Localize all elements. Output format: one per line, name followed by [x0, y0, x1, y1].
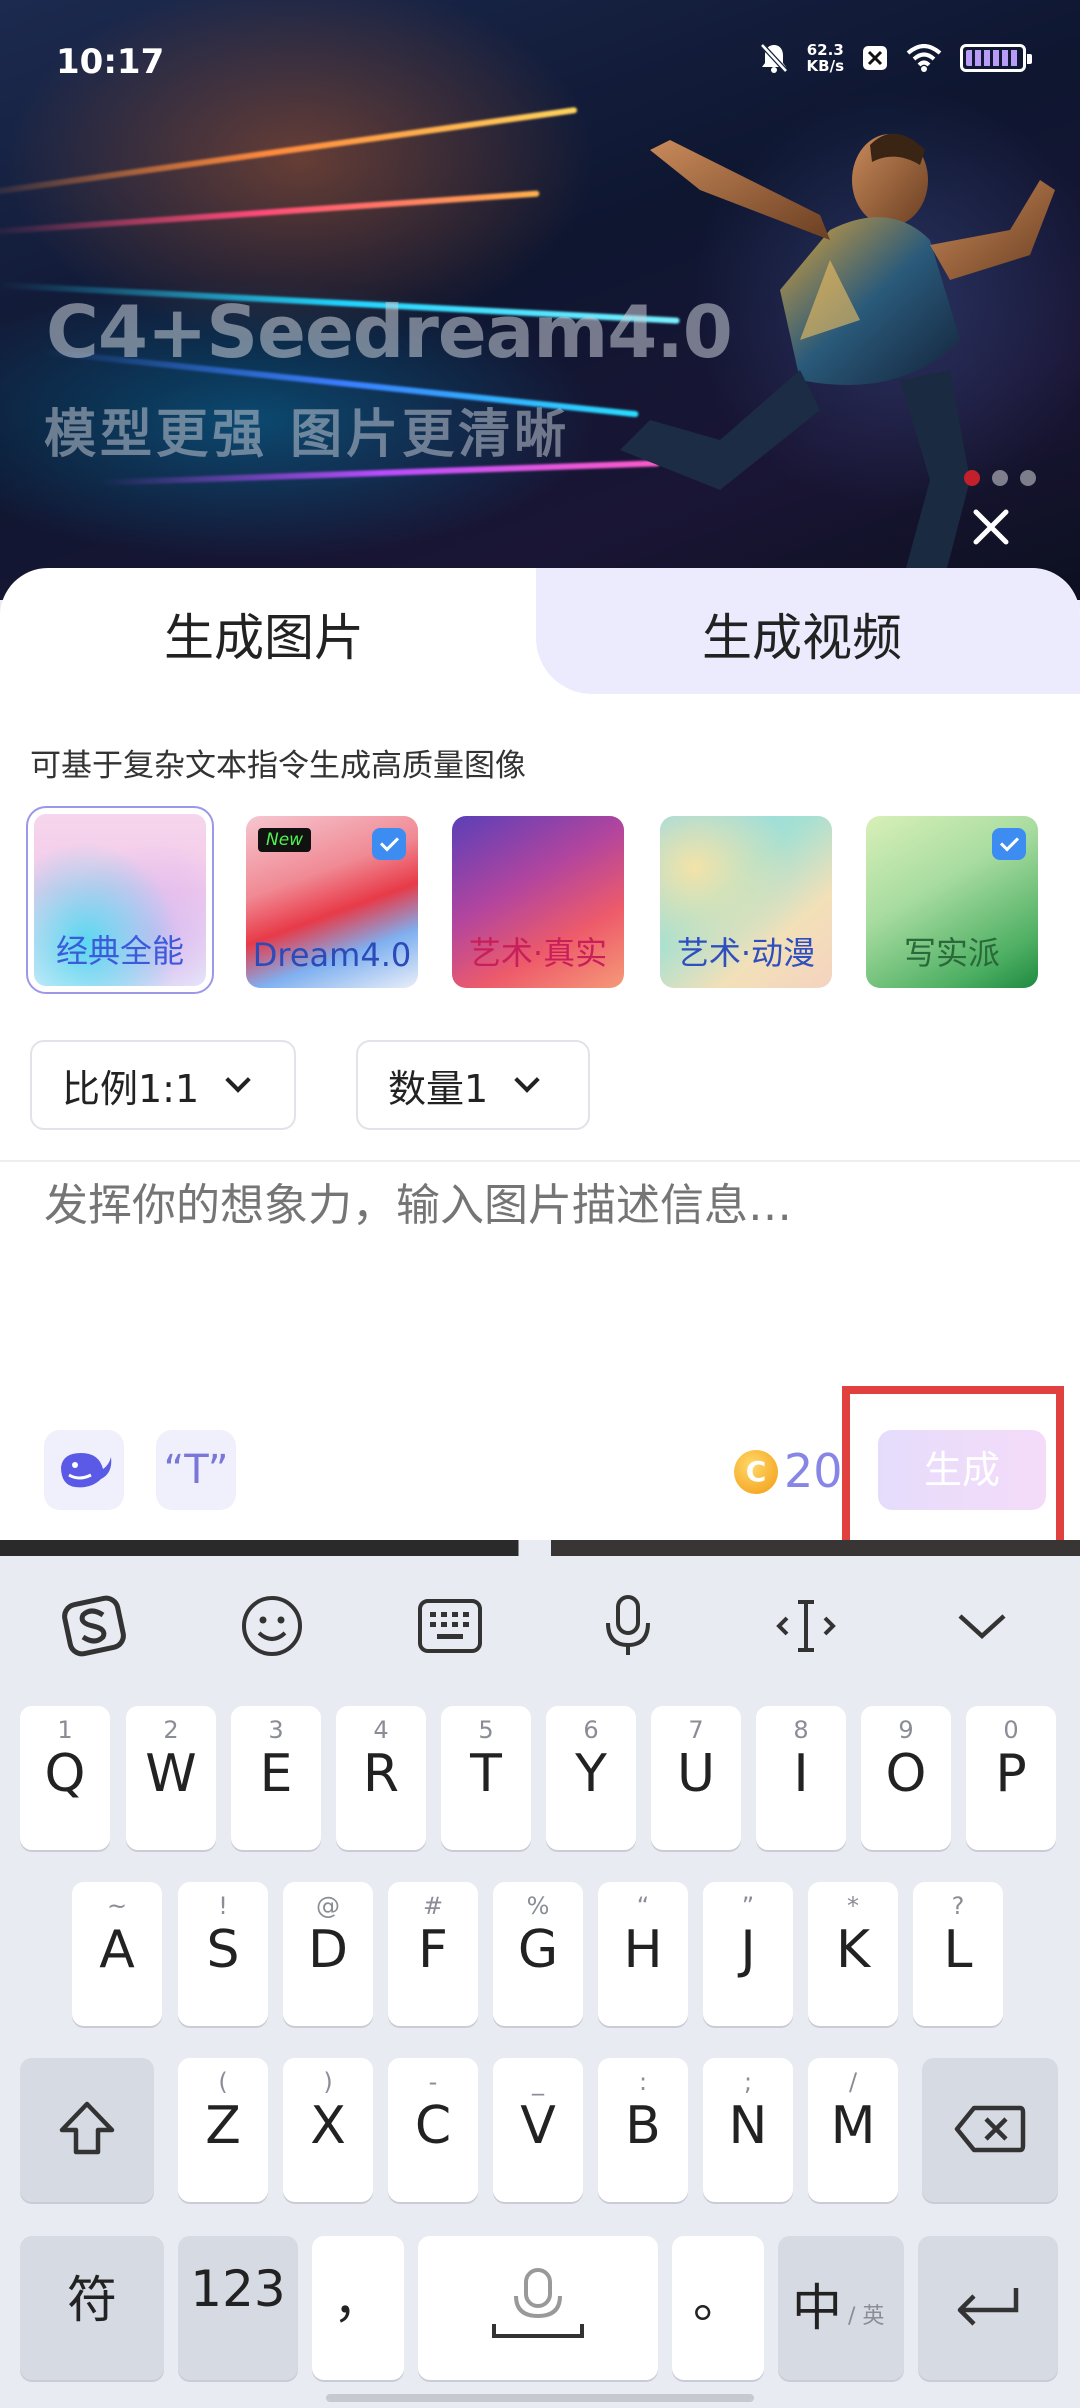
prompt-input[interactable] — [44, 1180, 1044, 1231]
key-g[interactable]: % G — [493, 1882, 583, 2026]
key-k[interactable]: * K — [808, 1882, 898, 2026]
key-y[interactable]: 6Y — [546, 1706, 636, 1850]
ratio-select[interactable]: 比例1:1 — [30, 1040, 296, 1130]
key-e[interactable]: 3E — [231, 1706, 321, 1850]
chevron-down-icon — [225, 1067, 251, 1093]
collapse-keyboard-icon[interactable] — [946, 1590, 1018, 1662]
count-select[interactable]: 数量1 — [356, 1040, 590, 1130]
backspace-icon — [954, 2105, 1026, 2153]
carousel-dot — [992, 470, 1008, 486]
model-card-art-anime[interactable]: 艺术·动漫 — [660, 816, 832, 988]
voice-space-icon — [492, 2268, 584, 2338]
cost-value: 20 — [784, 1444, 843, 1498]
key-q[interactable]: 1Q — [20, 1706, 110, 1850]
key-f[interactable]: # F — [388, 1882, 478, 2026]
key-c[interactable]: -C — [388, 2058, 478, 2202]
key-d[interactable]: @ D — [283, 1882, 373, 2026]
model-label: 艺术·动漫 — [676, 934, 816, 972]
highlight-box — [842, 1386, 1064, 1566]
model-label: 经典全能 — [55, 932, 184, 970]
quote-text-icon: “T” — [163, 1447, 229, 1493]
language-switch-key[interactable]: 中 / 英 — [778, 2236, 904, 2380]
key-i[interactable]: 8I — [756, 1706, 846, 1850]
cursor-move-icon[interactable] — [770, 1590, 842, 1662]
numbers-key[interactable]: 123 — [178, 2236, 298, 2380]
model-label: 艺术·真实 — [468, 934, 608, 972]
home-indicator[interactable] — [326, 2394, 754, 2402]
light-streak — [0, 190, 540, 236]
shift-icon — [59, 2101, 115, 2155]
wifi-icon — [906, 44, 942, 72]
status-time: 10:17 — [56, 42, 165, 82]
verified-shield-icon — [372, 828, 406, 860]
banner-subtitle: 模型更强 图片更清晰 — [44, 405, 571, 465]
keyboard-toolbar — [0, 1556, 1080, 1686]
carousel-indicator — [964, 470, 1036, 486]
key-x[interactable]: ) X — [283, 2058, 373, 2202]
model-label: Dream4.0 — [252, 936, 412, 974]
carousel-dot — [1020, 470, 1036, 486]
close-icon[interactable] — [968, 504, 1014, 550]
period-key[interactable]: 。 — [672, 2236, 764, 2380]
key-u[interactable]: 7U — [651, 1706, 741, 1850]
model-label: 写实派 — [903, 934, 1000, 972]
emoji-icon[interactable] — [236, 1590, 308, 1662]
mode-description: 可基于复杂文本指令生成高质量图像 — [30, 748, 526, 784]
backspace-key[interactable] — [922, 2058, 1058, 2202]
divider — [0, 1160, 1080, 1162]
key-m[interactable]: / M — [808, 2058, 898, 2202]
enter-icon — [957, 2288, 1019, 2326]
x-app-icon — [863, 46, 887, 70]
model-card-classic[interactable]: 经典全能 — [26, 806, 214, 994]
key-a[interactable]: ~ A — [72, 1882, 162, 2026]
symbols-key[interactable]: 符 — [20, 2236, 164, 2380]
space-key[interactable] — [418, 2236, 658, 2380]
key-p[interactable]: 0P — [966, 1706, 1056, 1850]
key-o[interactable]: 9O — [861, 1706, 951, 1850]
network-speed: 62.3 KB/s — [806, 41, 844, 75]
key-v[interactable]: _ V — [493, 2058, 583, 2202]
key-t[interactable]: 5T — [441, 1706, 531, 1850]
key-w[interactable]: 2W — [126, 1706, 216, 1850]
key-z[interactable]: (Z — [178, 2058, 268, 2202]
whale-icon — [61, 1453, 112, 1488]
sogou-logo-icon[interactable] — [58, 1590, 130, 1662]
key-s[interactable]: ! S — [178, 1882, 268, 2026]
keyboard: 1Q 2W 3E 4R 5T 6Y 7U 8I 9O 0P ~ A ! S @ D #… — [0, 1556, 1080, 2408]
new-badge: New — [258, 828, 312, 852]
key-r[interactable]: 4R — [336, 1706, 426, 1850]
bell-off-icon — [759, 43, 788, 73]
enter-key[interactable] — [918, 2236, 1058, 2380]
battery-icon — [960, 44, 1032, 72]
deepseek-button[interactable] — [44, 1430, 124, 1510]
tab-generate-video[interactable]: 生成视频 — [702, 598, 902, 670]
key-j[interactable]: ” J — [703, 1882, 793, 2026]
comma-key[interactable]: ， — [312, 2236, 404, 2380]
key-l[interactable]: ? L — [913, 1882, 1003, 2026]
model-card-realistic[interactable]: 写实派 — [866, 816, 1038, 988]
coin-icon: C — [734, 1450, 778, 1494]
tab-generate-image[interactable]: 生成图片 — [164, 598, 364, 670]
text-quote-button[interactable]: “T” — [156, 1430, 236, 1510]
model-card-art-real[interactable]: 艺术·真实 — [452, 816, 624, 988]
banner-title: C4+Seedream4.0 — [46, 290, 733, 374]
keyboard-layout-icon[interactable] — [414, 1590, 486, 1662]
microphone-icon[interactable] — [592, 1590, 664, 1662]
chevron-down-icon — [514, 1067, 540, 1093]
model-card-dream4[interactable]: New Dream4.0 — [246, 816, 418, 988]
key-h[interactable]: “H — [598, 1882, 688, 2026]
key-n[interactable]: ; N — [703, 2058, 793, 2202]
shift-key[interactable] — [20, 2058, 154, 2202]
status-bar: 10:17 62.3 KB/s — [0, 0, 1080, 120]
content-preview-strip — [0, 1540, 1080, 1556]
carousel-dot-active — [964, 470, 980, 486]
key-b[interactable]: :B — [598, 2058, 688, 2202]
light-streak — [0, 106, 578, 200]
verified-shield-icon — [992, 828, 1026, 860]
